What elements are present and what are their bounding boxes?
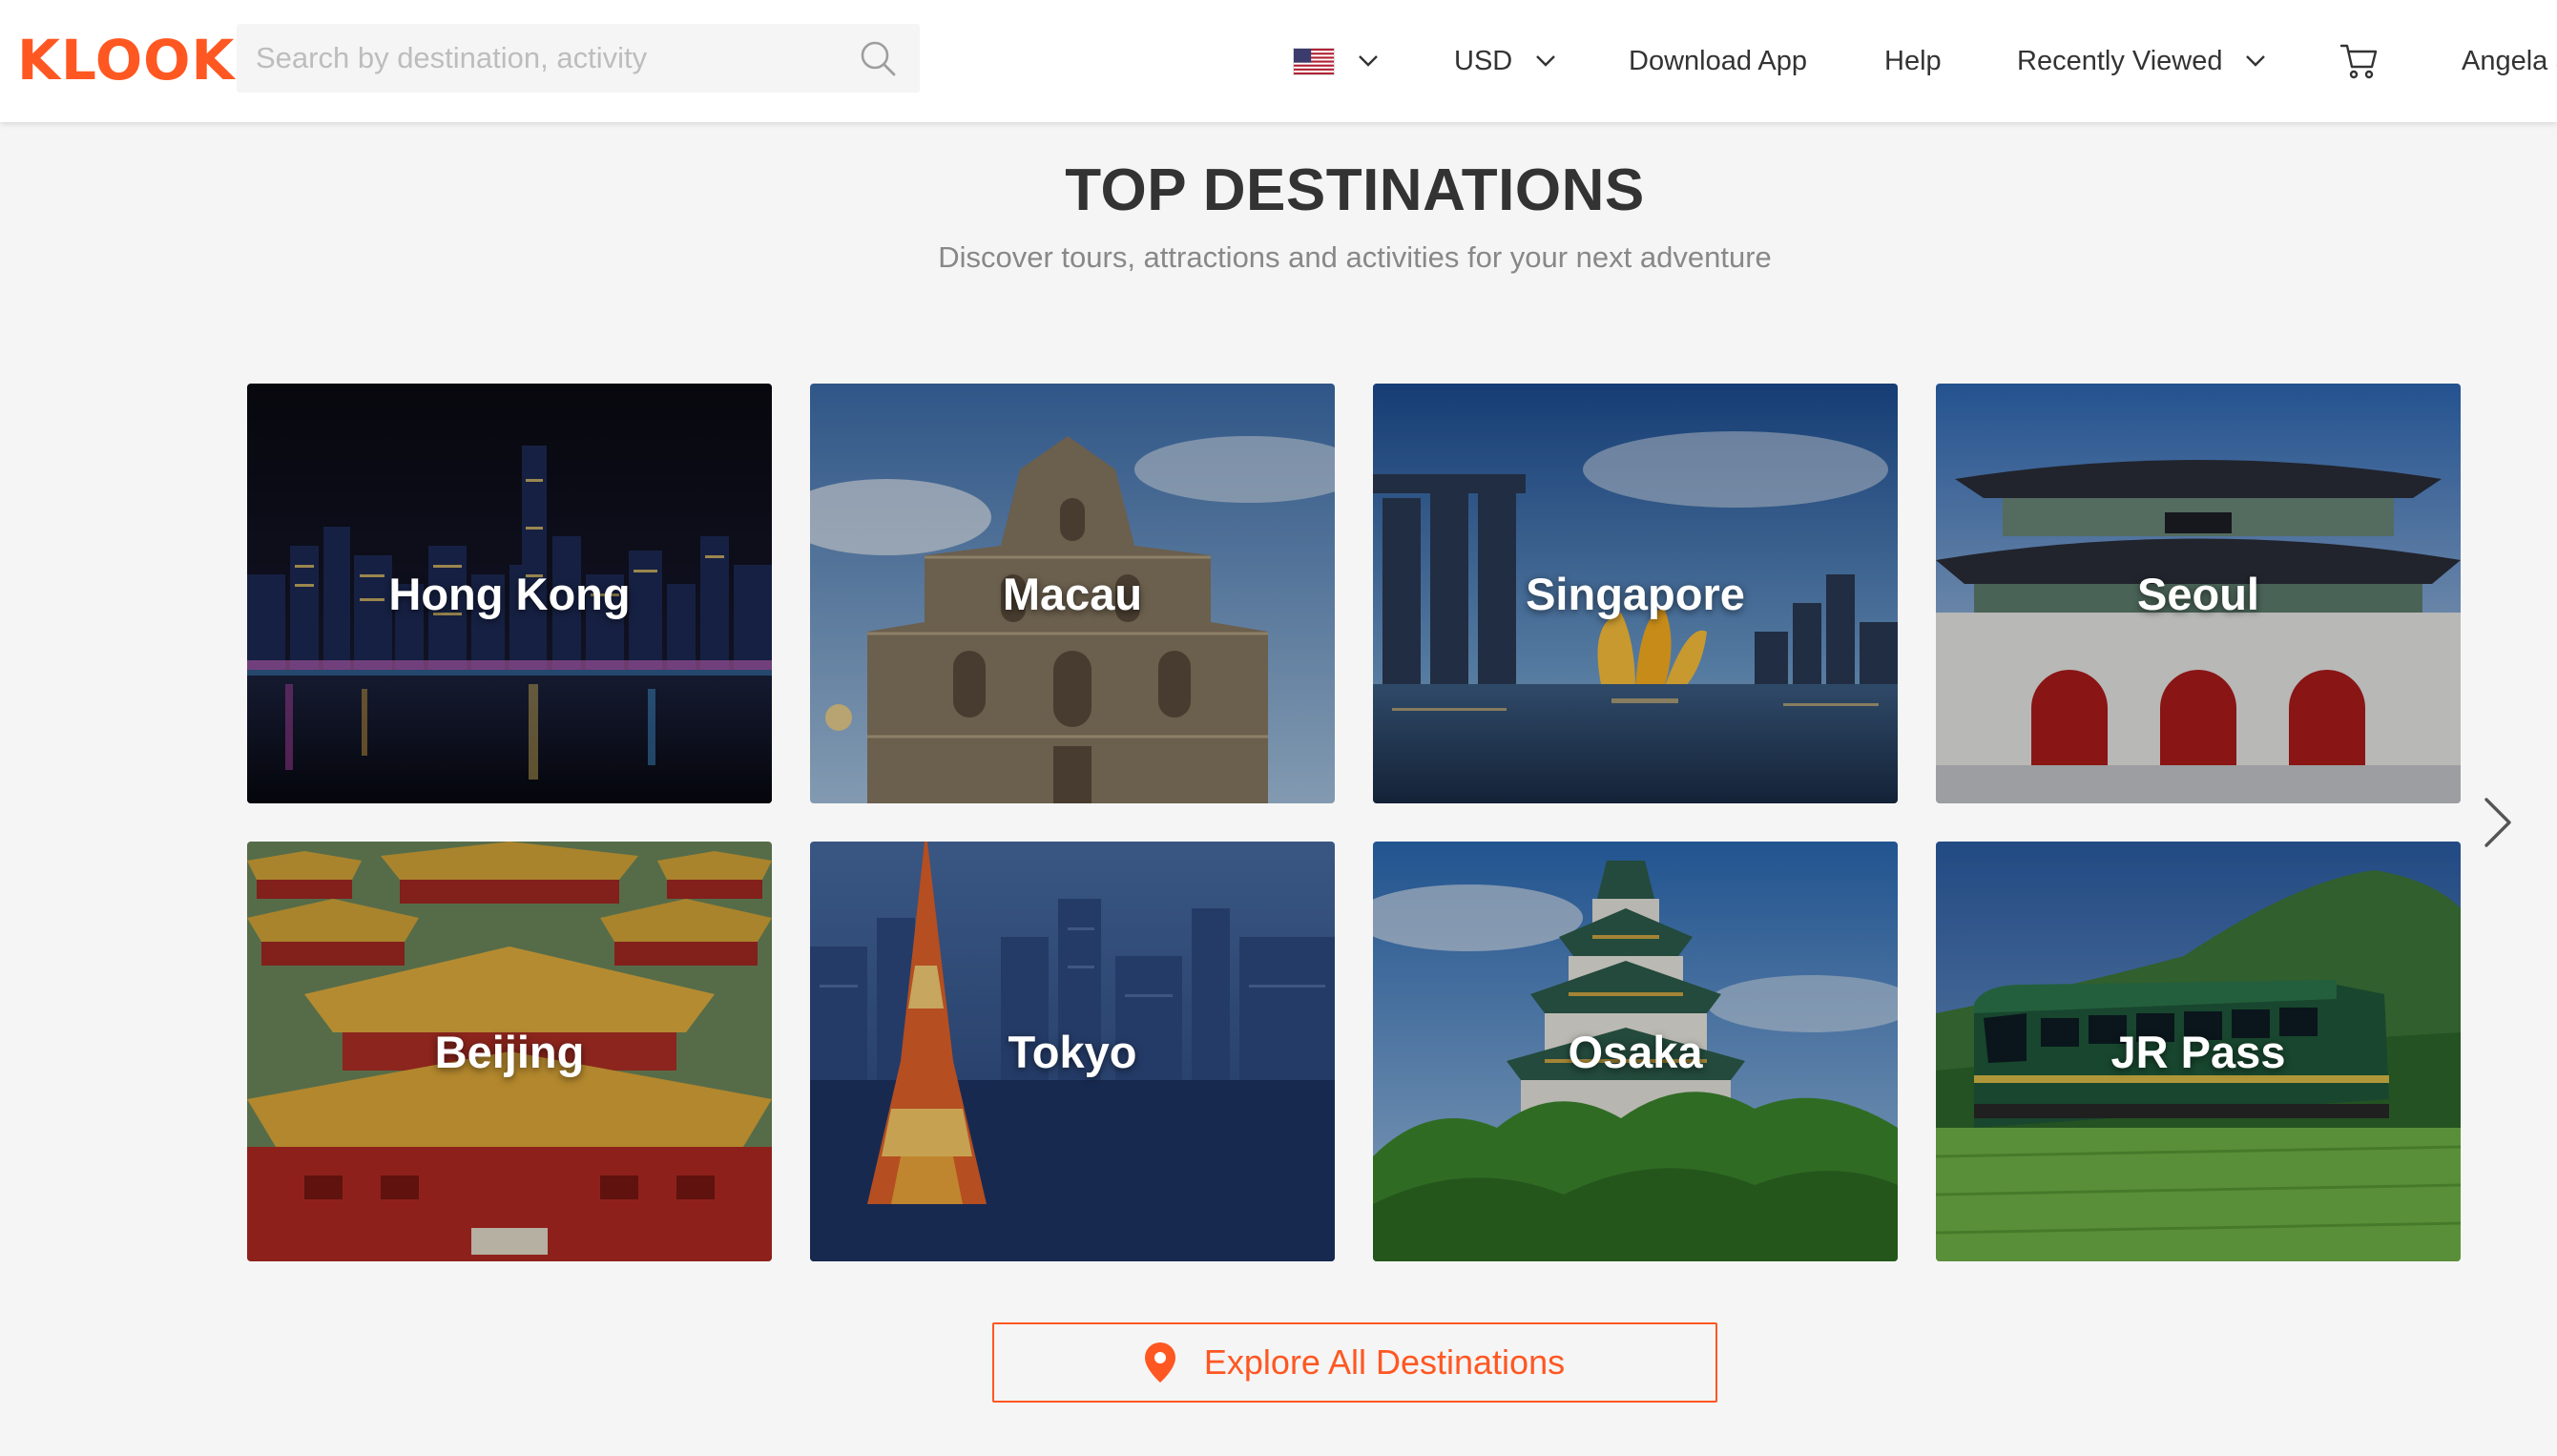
- destination-name: Beijing: [434, 1026, 585, 1077]
- location-pin-icon: [1144, 1342, 1175, 1383]
- chevron-down-icon: [1359, 55, 1378, 67]
- destination-card-beijing[interactable]: Beijing: [247, 842, 772, 1261]
- destination-name: Osaka: [1568, 1026, 1703, 1077]
- download-app-link[interactable]: Download App: [1629, 0, 1807, 122]
- user-menu[interactable]: Angela S: [2462, 0, 2557, 122]
- recently-viewed-dropdown[interactable]: Recently Viewed: [2017, 0, 2266, 122]
- cart-button[interactable]: [2339, 0, 2380, 122]
- destination-card-singapore[interactable]: Singapore: [1373, 384, 1898, 803]
- destination-card-seoul[interactable]: Seoul: [1936, 384, 2461, 803]
- destination-name: Tokyo: [1008, 1026, 1137, 1077]
- cart-icon: [2339, 44, 2378, 79]
- destination-card-macau[interactable]: Macau: [810, 384, 1335, 803]
- klook-logo[interactable]: KLOOK: [17, 29, 235, 92]
- help-link[interactable]: Help: [1884, 0, 1942, 122]
- recently-viewed-label: Recently Viewed: [2017, 45, 2223, 76]
- destinations-grid: Hong Kong Macau Singapore Seoul Beijing …: [247, 384, 2463, 1261]
- explore-all-destinations-button[interactable]: Explore All Destinations: [992, 1322, 1717, 1403]
- us-flag-icon: [1293, 47, 1335, 75]
- destination-card-tokyo[interactable]: Tokyo: [810, 842, 1335, 1261]
- destination-name: Hong Kong: [388, 568, 631, 619]
- destination-name: Macau: [1002, 568, 1143, 619]
- currency-label: USD: [1454, 45, 1513, 76]
- section-title: TOP DESTINATIONS: [1065, 157, 1645, 223]
- destination-card-jr-pass[interactable]: JR Pass: [1936, 842, 2461, 1261]
- destination-name: JR Pass: [2110, 1026, 2286, 1077]
- chevron-down-icon: [2246, 55, 2266, 67]
- search-input[interactable]: [237, 24, 828, 93]
- search-box[interactable]: [237, 24, 920, 93]
- language-selector[interactable]: [1293, 0, 1379, 122]
- destination-card-hong-kong[interactable]: Hong Kong: [247, 384, 772, 803]
- section-subtitle: Discover tours, attractions and activiti…: [938, 240, 1772, 274]
- search-icon[interactable]: [859, 39, 897, 77]
- chevron-down-icon: [1536, 55, 1556, 67]
- destination-name: Singapore: [1526, 568, 1745, 619]
- currency-selector[interactable]: USD: [1454, 0, 1556, 122]
- chevron-right-icon[interactable]: [2483, 796, 2513, 849]
- explore-button-label: Explore All Destinations: [1203, 1342, 1566, 1382]
- destination-card-osaka[interactable]: Osaka: [1373, 842, 1898, 1261]
- destination-name: Seoul: [2137, 568, 2259, 619]
- top-nav-bar: KLOOK USD Download App Help: [0, 0, 2557, 122]
